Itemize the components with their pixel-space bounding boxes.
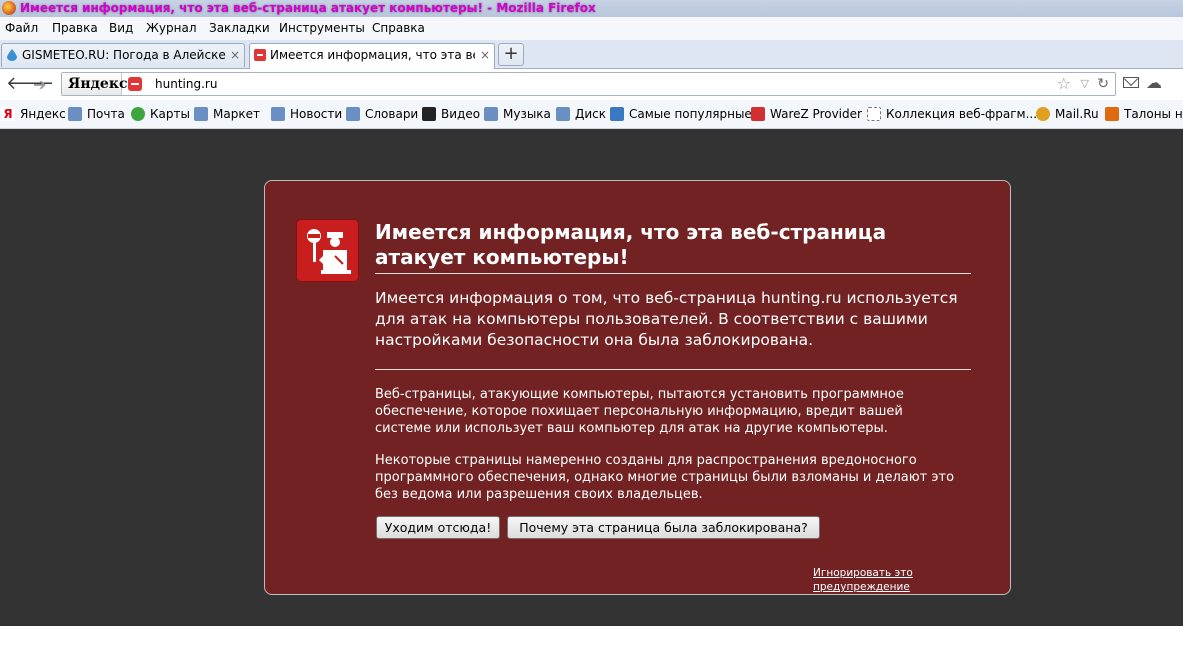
get-me-out-button[interactable]: Уходим отсюда! xyxy=(376,516,500,539)
warning-lead-text: Имеется информация о том, что веб-страни… xyxy=(375,288,971,370)
warning-description-1: Веб-страницы, атакующие компьютеры, пыта… xyxy=(375,387,904,436)
video-icon xyxy=(422,107,436,121)
url-input[interactable]: hunting.ru xyxy=(155,73,217,95)
yandex-search-button[interactable]: Яндекс xyxy=(62,73,127,95)
blocked-site-warning-panel: Имеется информация, что эта веб-страница… xyxy=(264,180,1011,595)
mailru-icon xyxy=(1036,107,1050,121)
tab-label: GISMETEO.RU: Погода в Алейске... xyxy=(22,48,227,62)
window-titlebar: Имеется информация, что эта веб-страница… xyxy=(0,0,1183,17)
yandex-icon: Я xyxy=(1,107,15,121)
mail-icon xyxy=(68,107,82,121)
forward-arrow-icon[interactable]: ➔ xyxy=(33,75,46,95)
police-shield-icon xyxy=(297,220,358,281)
disk-icon xyxy=(556,107,570,121)
site-identity-icon[interactable] xyxy=(128,77,142,91)
bookmarks-bar: Я Яндекс Почта Карты Маркет Новости Слова… xyxy=(0,100,1183,129)
firefox-icon xyxy=(2,1,16,15)
tab-close-button[interactable]: × xyxy=(480,44,490,66)
dictionary-icon xyxy=(346,107,360,121)
market-icon xyxy=(194,107,208,121)
maps-icon xyxy=(131,107,145,121)
reload-icon[interactable]: ↻ xyxy=(1097,73,1109,95)
tab-blocked-page[interactable]: Имеется информация, что эта ве... × xyxy=(249,43,495,69)
menu-view[interactable]: Вид xyxy=(109,17,133,40)
web-slice-icon xyxy=(867,107,881,121)
gismeteo-drop-icon xyxy=(7,49,17,61)
menu-edit[interactable]: Правка xyxy=(52,17,98,40)
warez-icon xyxy=(751,107,765,121)
mail-icon[interactable] xyxy=(1123,77,1139,88)
bookmark-star-icon[interactable]: ☆ xyxy=(1057,73,1071,95)
music-icon xyxy=(484,107,498,121)
menu-help[interactable]: Справка xyxy=(372,17,425,40)
page-content: Имеется информация, что эта веб-страница… xyxy=(0,129,1183,626)
tab-close-button[interactable]: × xyxy=(230,44,240,66)
warning-title: Имеется информация, что эта веб-страница… xyxy=(375,220,971,274)
address-bar[interactable]: Яндекс hunting.ru ☆ ▽ ↻ xyxy=(61,72,1116,96)
url-dropdown-icon[interactable]: ▽ xyxy=(1081,73,1089,95)
back-arrow-icon[interactable]: 🡐 xyxy=(6,74,54,94)
new-tab-button[interactable]: + xyxy=(498,43,524,66)
menu-tools[interactable]: Инструменты xyxy=(279,17,365,40)
coupons-icon xyxy=(1105,107,1119,121)
popular-icon xyxy=(610,107,624,121)
weather-cloud-icon[interactable]: ☁ xyxy=(1146,73,1162,93)
navigation-bar: 🡐 ➔ Яндекс hunting.ru ☆ ▽ ↻ ☁ xyxy=(0,69,1183,100)
warning-description-2: Некоторые страницы намеренно созданы для… xyxy=(375,453,955,502)
menu-history[interactable]: Журнал xyxy=(146,17,197,40)
blocked-site-icon xyxy=(254,49,266,61)
tab-label: Имеется информация, что эта ве... xyxy=(270,48,475,62)
menu-bar: Файл Правка Вид Журнал Закладки Инструме… xyxy=(0,17,1183,40)
tab-strip: GISMETEO.RU: Погода в Алейске... × Имеет… xyxy=(0,40,1183,69)
menu-file[interactable]: Файл xyxy=(5,17,38,40)
news-icon xyxy=(271,107,285,121)
ignore-warning-link[interactable]: Игнорировать это предупреждение xyxy=(813,566,1010,594)
why-blocked-button[interactable]: Почему эта страница была заблокирована? xyxy=(507,516,820,539)
yandex-logo-text: Яндекс xyxy=(68,76,128,92)
window-title: Имеется информация, что эта веб-страница… xyxy=(20,1,596,15)
menu-bookmarks[interactable]: Закладки xyxy=(209,17,270,40)
tab-gismeteo[interactable]: GISMETEO.RU: Погода в Алейске... × xyxy=(1,43,245,67)
